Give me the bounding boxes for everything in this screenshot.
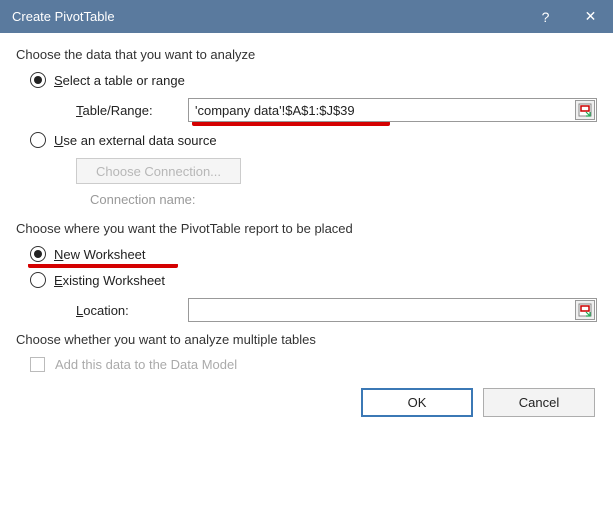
- option-label: New Worksheet: [54, 247, 146, 262]
- checkbox-icon: [30, 357, 45, 372]
- close-icon[interactable]: ✕: [568, 0, 613, 33]
- collapse-dialog-icon[interactable]: [575, 100, 595, 120]
- option-label: Existing Worksheet: [54, 273, 165, 288]
- help-icon[interactable]: ?: [523, 0, 568, 33]
- location-label: Location:: [76, 303, 188, 318]
- connection-name-label: Connection name:: [90, 192, 597, 207]
- window-title: Create PivotTable: [12, 9, 523, 24]
- option-new-worksheet[interactable]: New Worksheet: [30, 246, 597, 262]
- collapse-dialog-icon[interactable]: [575, 300, 595, 320]
- annotation-underline: [28, 263, 178, 268]
- section3-heading: Choose whether you want to analyze multi…: [16, 332, 597, 347]
- add-to-data-model-checkbox[interactable]: Add this data to the Data Model: [30, 357, 597, 372]
- option-existing-worksheet[interactable]: Existing Worksheet: [30, 272, 597, 288]
- option-label: Use an external data source: [54, 133, 217, 148]
- table-range-row: Table/Range:: [76, 98, 597, 122]
- option-select-table-range[interactable]: Select a table or range: [30, 72, 597, 88]
- titlebar[interactable]: Create PivotTable ? ✕: [0, 0, 613, 33]
- cancel-button[interactable]: Cancel: [483, 388, 595, 417]
- section1-heading: Choose the data that you want to analyze: [16, 47, 597, 62]
- dialog-buttons: OK Cancel: [16, 388, 597, 417]
- section2-heading: Choose where you want the PivotTable rep…: [16, 221, 597, 236]
- checkbox-label: Add this data to the Data Model: [55, 357, 237, 372]
- location-input[interactable]: [188, 298, 597, 322]
- radio-icon: [30, 272, 46, 288]
- radio-icon: [30, 246, 46, 262]
- choose-connection-button: Choose Connection...: [76, 158, 241, 184]
- table-range-label: Table/Range:: [76, 103, 188, 118]
- option-external-data-source[interactable]: Use an external data source: [30, 132, 597, 148]
- dialog-content: Choose the data that you want to analyze…: [0, 33, 613, 429]
- ok-button[interactable]: OK: [361, 388, 473, 417]
- table-range-input[interactable]: [188, 98, 597, 122]
- radio-icon: [30, 72, 46, 88]
- option-label: Select a table or range: [54, 73, 185, 88]
- location-row: Location:: [76, 298, 597, 322]
- radio-icon: [30, 132, 46, 148]
